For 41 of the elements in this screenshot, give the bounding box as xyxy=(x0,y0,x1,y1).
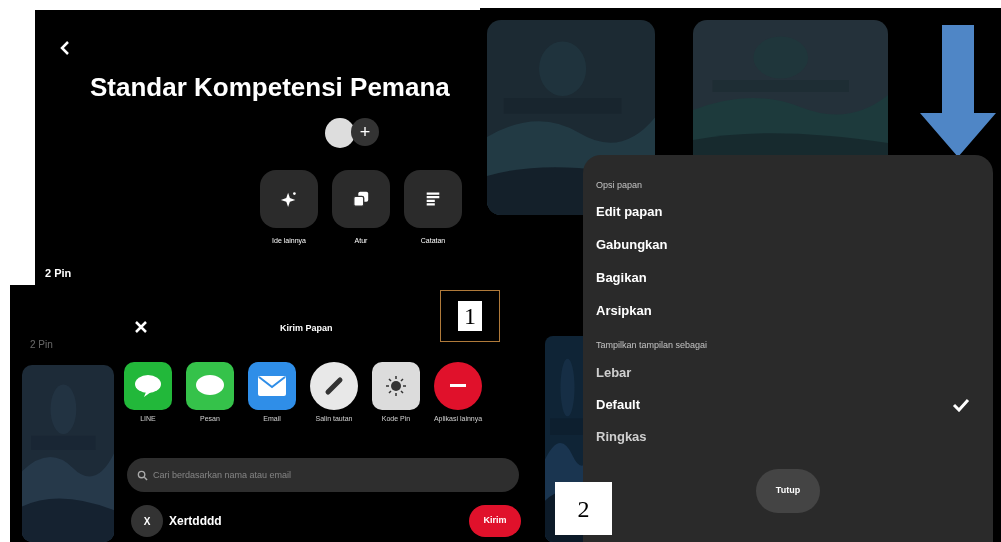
send-button[interactable]: Kirim xyxy=(469,505,521,537)
sparkle-icon xyxy=(280,190,298,208)
action-button[interactable] xyxy=(332,170,390,228)
view-option[interactable]: Lebar xyxy=(596,363,632,383)
contact-avatar: X xyxy=(131,505,163,537)
share-app-button[interactable] xyxy=(248,362,296,410)
sheet-title: Kirim Papan xyxy=(280,322,333,335)
menu-item[interactable]: Edit papan xyxy=(596,195,980,228)
close-button[interactable]: Tutup xyxy=(756,469,820,513)
board-title: Standar Kompetensi Pemana xyxy=(90,71,450,104)
add-collaborator-button[interactable]: + xyxy=(351,118,379,146)
view-option[interactable]: Ringkas xyxy=(596,427,647,447)
share-app-button[interactable] xyxy=(186,362,234,410)
action-button[interactable] xyxy=(404,170,462,228)
close-icon[interactable] xyxy=(134,320,148,334)
mail-icon xyxy=(258,376,286,396)
copy-icon xyxy=(352,190,370,208)
menu-item[interactable]: Arsipkan xyxy=(596,294,980,327)
view-option[interactable]: Default xyxy=(596,395,641,415)
contact-name: Xertdddd xyxy=(169,513,222,530)
menu-item[interactable]: Bagikan xyxy=(596,261,980,294)
section-heading: Opsi papan xyxy=(596,179,644,192)
share-app-button[interactable] xyxy=(124,362,172,410)
pin-count: 2 Pin xyxy=(45,266,72,281)
callout-number: 2 xyxy=(555,482,612,535)
share-app-button[interactable] xyxy=(372,362,420,410)
share-app-button[interactable] xyxy=(434,362,482,410)
search-field[interactable]: Cari berdasarkan nama atau email xyxy=(127,458,519,492)
callout-number: 1 xyxy=(458,301,482,331)
search-icon xyxy=(137,470,148,481)
down-arrow-icon xyxy=(920,25,996,157)
notes-icon xyxy=(424,190,442,208)
menu-item[interactable]: Gabungkan xyxy=(596,228,980,261)
share-app-button[interactable] xyxy=(310,362,358,410)
chat-bubble-icon xyxy=(134,374,162,398)
section-heading: Tampilkan tampilan sebagai xyxy=(596,339,709,352)
chat-bubble-icon xyxy=(195,374,225,398)
avatar xyxy=(325,118,355,148)
check-icon xyxy=(952,398,970,412)
pin-count: 2 Pin xyxy=(30,338,53,352)
back-icon[interactable] xyxy=(60,40,70,56)
